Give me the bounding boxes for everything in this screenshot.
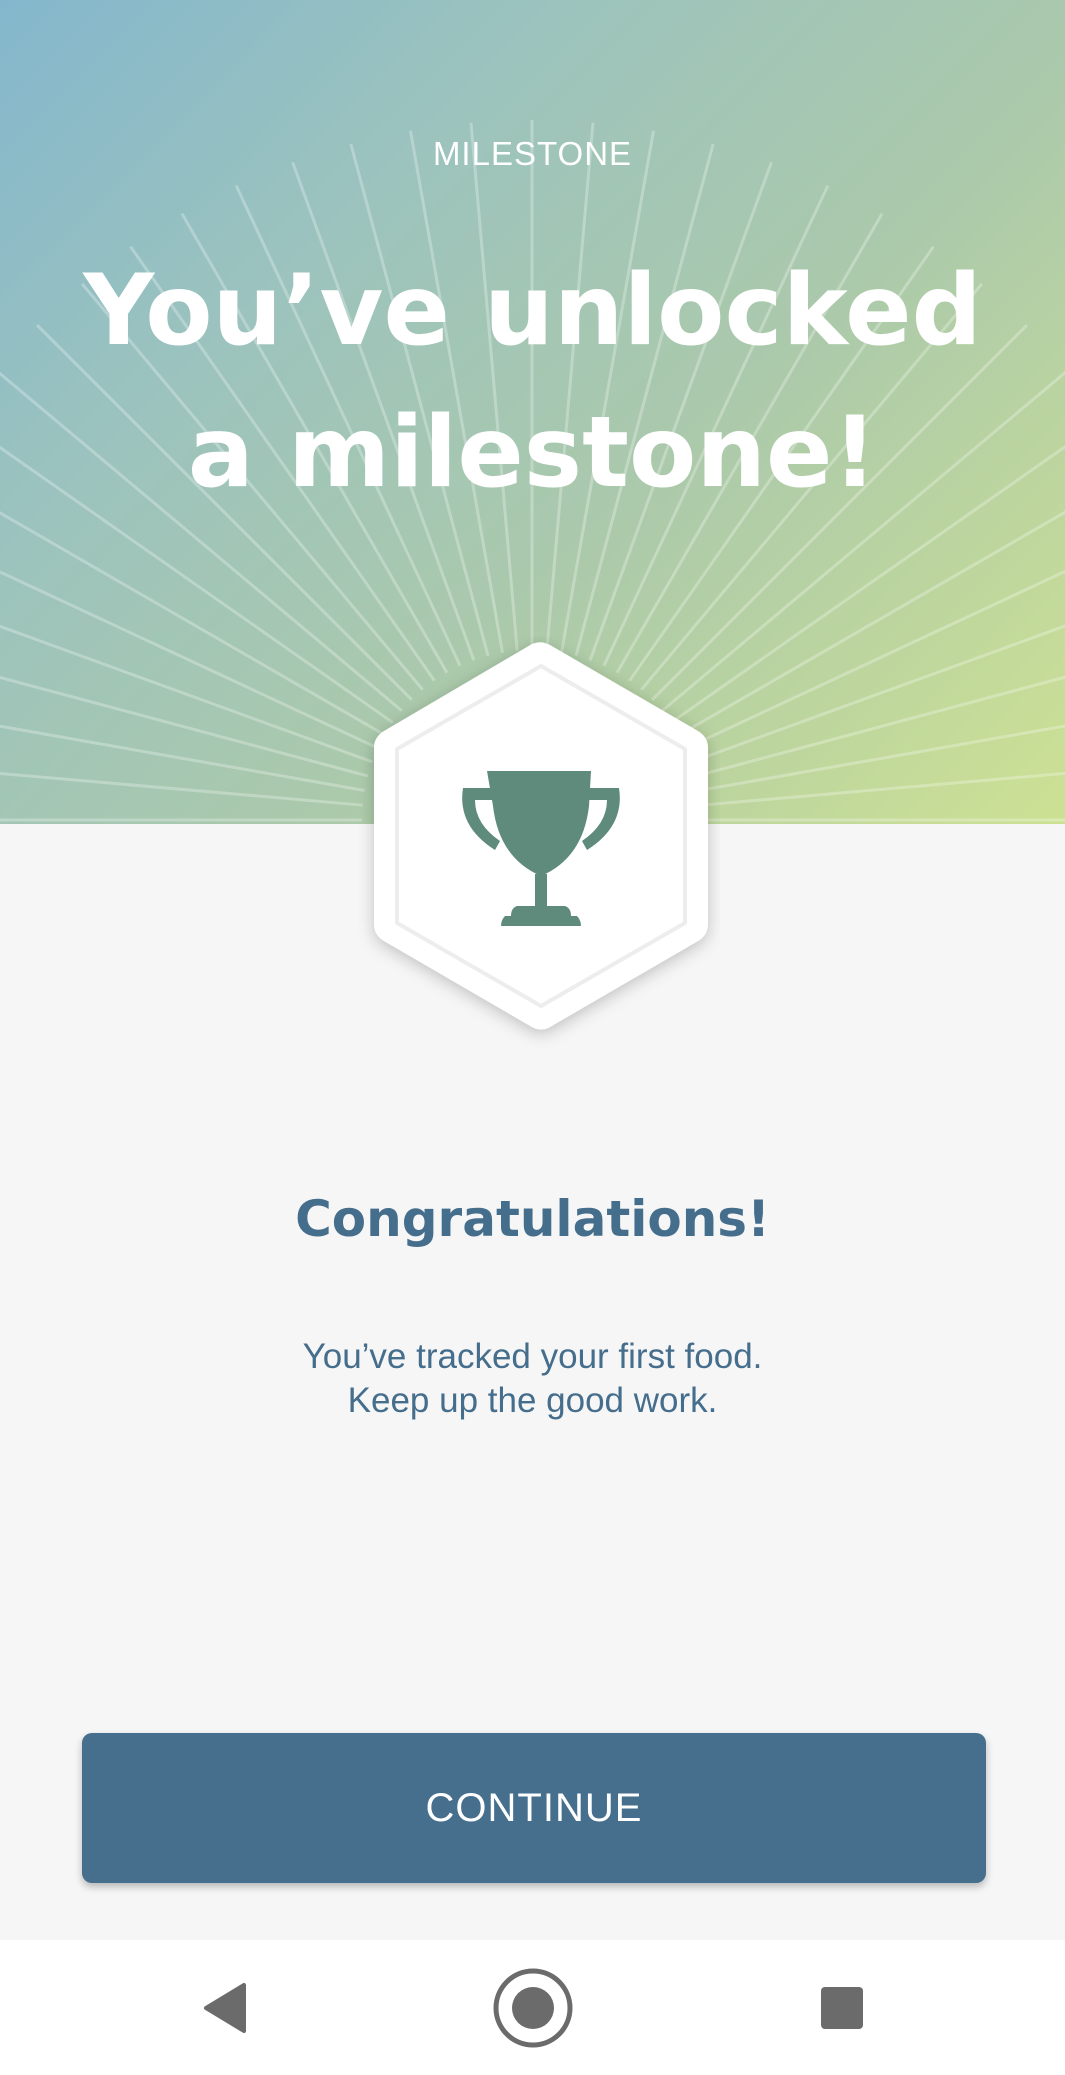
nav-recents-button[interactable] — [782, 1940, 902, 2075]
message-line-1: You’ve tracked your first food. — [302, 1337, 763, 1376]
back-icon — [204, 1982, 246, 2033]
recents-icon — [821, 1986, 863, 2029]
sunburst-ray — [685, 569, 1065, 750]
home-icon — [493, 1968, 573, 2047]
sunburst-ray — [701, 771, 1065, 807]
nav-back-button[interactable] — [165, 1940, 285, 2075]
message-line-2: Keep up the good work. — [347, 1381, 718, 1420]
continue-button[interactable]: CONTINUE — [82, 1733, 986, 1883]
sunburst-ray — [0, 570, 379, 750]
milestone-badge — [374, 642, 708, 1030]
milestone-eyebrow: MILESTONE — [432, 135, 633, 172]
milestone-headline: You’ve unlocked a milestone! — [83, 254, 982, 510]
congratulations-title: Congratulations! — [295, 1190, 770, 1248]
milestone-message: You’ve tracked your first food. Keep up … — [0, 1335, 1065, 1423]
sunburst-ray — [695, 675, 1065, 778]
sunburst-ray — [0, 724, 365, 792]
sunburst-ray — [0, 771, 363, 807]
system-nav-bar — [0, 1940, 1065, 2075]
sunburst-ray — [0, 675, 369, 778]
nav-home-button[interactable] — [473, 1940, 593, 2075]
